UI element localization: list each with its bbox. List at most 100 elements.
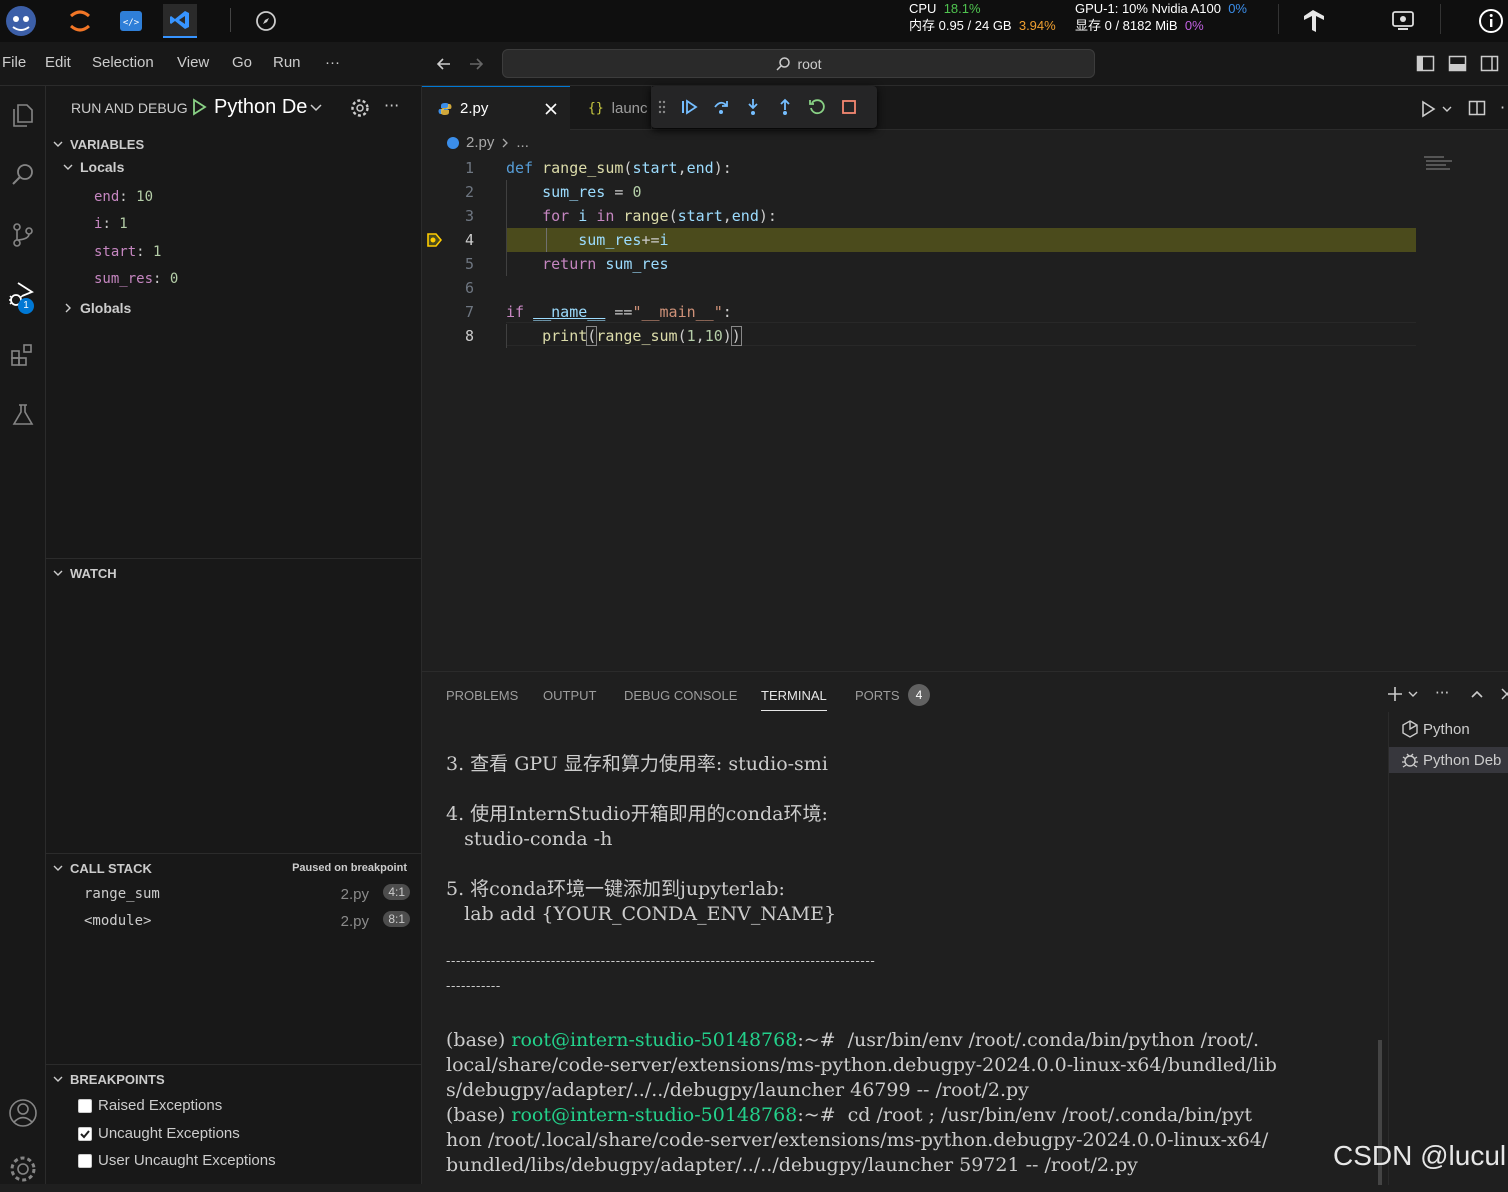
code-editor-icon[interactable]: </> bbox=[114, 4, 148, 38]
maximize-panel-icon[interactable] bbox=[1469, 686, 1485, 702]
menu-more[interactable]: ··· bbox=[325, 54, 340, 71]
command-center[interactable]: root bbox=[502, 49, 1095, 78]
step-over-icon[interactable] bbox=[705, 91, 737, 123]
terminal-line: studio-conda -h bbox=[446, 828, 613, 850]
launch-config-dropdown[interactable]: Python De bbox=[214, 92, 338, 122]
variable-value: 1 bbox=[119, 216, 128, 232]
menu-go[interactable]: Go bbox=[232, 54, 252, 71]
minimap[interactable] bbox=[1422, 156, 1462, 176]
variables-section-header[interactable]: VARIABLES bbox=[46, 132, 422, 156]
breakpoint-uncaught-exceptions[interactable]: Uncaught Exceptions bbox=[78, 1125, 240, 1142]
callstack-section-header[interactable]: CALL STACK Paused on breakpoint bbox=[46, 856, 422, 880]
menu-edit[interactable]: Edit bbox=[45, 54, 71, 71]
continue-icon[interactable] bbox=[673, 91, 705, 123]
breakpoint-label: Raised Exceptions bbox=[98, 1097, 223, 1114]
new-terminal-icon[interactable] bbox=[1386, 685, 1418, 703]
forward-arrow-icon[interactable] bbox=[466, 54, 486, 74]
tab-2py[interactable]: 2.py bbox=[422, 86, 570, 130]
accounts-icon[interactable] bbox=[0, 1090, 46, 1136]
variable-row[interactable]: start: 1 bbox=[94, 244, 161, 260]
tab-launch-json[interactable]: {} launc bbox=[570, 86, 652, 130]
intern-logo-icon[interactable] bbox=[4, 4, 38, 38]
run-python-file-icon[interactable] bbox=[1420, 100, 1452, 118]
search-icon[interactable] bbox=[0, 152, 46, 198]
breakpoint-user-uncaught-exceptions[interactable]: User Uncaught Exceptions bbox=[78, 1152, 276, 1169]
more-actions-icon[interactable]: · bbox=[1500, 98, 1505, 117]
indent-guide bbox=[506, 324, 507, 348]
resource-monitor: CPU 18.1% 内存 0.95 / 24 GB 3.94% GPU-1: 1… bbox=[900, 0, 1280, 38]
terminal-item-python-debug[interactable]: Python Deb bbox=[1389, 747, 1508, 773]
checkbox-unchecked[interactable] bbox=[78, 1098, 92, 1113]
menu-file[interactable]: File bbox=[2, 54, 26, 71]
close-icon[interactable] bbox=[544, 102, 558, 116]
testing-icon[interactable] bbox=[0, 392, 46, 438]
close-panel-icon[interactable] bbox=[1500, 687, 1508, 701]
debug-settings-gear-icon[interactable] bbox=[350, 98, 370, 118]
line-number: 3 bbox=[464, 207, 474, 225]
checkbox-checked[interactable] bbox=[78, 1126, 92, 1141]
restart-icon[interactable] bbox=[801, 91, 833, 123]
extensions-icon[interactable] bbox=[0, 332, 46, 378]
launch-config-label: Python De bbox=[214, 95, 308, 118]
stack-frame[interactable]: <module> 2.py 8:1 bbox=[84, 911, 414, 930]
terminal-item-python[interactable]: Python bbox=[1401, 720, 1470, 738]
step-out-icon[interactable] bbox=[769, 91, 801, 123]
variable-name: start bbox=[94, 244, 137, 260]
back-arrow-icon[interactable] bbox=[434, 54, 454, 74]
breakpoint-raised-exceptions[interactable]: Raised Exceptions bbox=[78, 1097, 222, 1114]
tab-output[interactable]: OUTPUT bbox=[543, 688, 596, 703]
settings-gear-icon[interactable] bbox=[0, 1146, 46, 1192]
stack-frame[interactable]: range_sum 2.py 4:1 bbox=[84, 884, 414, 903]
tab-ports[interactable]: PORTS bbox=[855, 688, 900, 703]
step-into-icon[interactable] bbox=[737, 91, 769, 123]
jupyter-icon[interactable] bbox=[63, 4, 97, 38]
env-prefix: (base) bbox=[446, 1029, 512, 1051]
split-editor-icon[interactable] bbox=[1468, 99, 1486, 117]
more-actions-icon[interactable]: ··· bbox=[1435, 684, 1449, 702]
vscode-icon[interactable] bbox=[163, 4, 197, 38]
stop-icon[interactable] bbox=[833, 91, 865, 123]
mem-label: 内存 0.95 / 24 GB bbox=[909, 18, 1012, 33]
watch-section-header[interactable]: WATCH bbox=[46, 561, 422, 585]
breakpoints-section-header[interactable]: BREAKPOINTS bbox=[46, 1067, 422, 1091]
search-icon bbox=[775, 56, 791, 72]
svg-text:</>: </> bbox=[123, 18, 140, 28]
terminal-line: 3. 查看 GPU 显存和算力使用率: studio-smi bbox=[446, 753, 828, 775]
start-debugging-icon[interactable] bbox=[191, 98, 207, 116]
variable-row[interactable]: i: 1 bbox=[94, 216, 128, 232]
json-file-icon: {} bbox=[588, 100, 604, 116]
toggle-panel-icon[interactable] bbox=[1448, 54, 1467, 73]
frame-file: 2.py bbox=[340, 886, 369, 903]
locals-scope[interactable]: Locals bbox=[62, 159, 124, 175]
chevron-down-icon bbox=[46, 862, 70, 874]
menu-selection[interactable]: Selection bbox=[92, 54, 154, 71]
sidebar-title: RUN AND DEBUG bbox=[71, 100, 188, 116]
tab-terminal[interactable]: TERMINAL bbox=[761, 688, 827, 711]
toggle-secondary-sidebar-icon[interactable] bbox=[1480, 54, 1499, 73]
tensorflow-icon[interactable] bbox=[1296, 4, 1330, 38]
menu-view[interactable]: View bbox=[177, 54, 209, 71]
terminal-output[interactable]: 3. 查看 GPU 显存和算力使用率: studio-smi 4. 使用Inte… bbox=[422, 712, 1382, 1185]
terminal-line: 5. 将conda环境一键添加到jupyterlab: bbox=[446, 878, 785, 900]
variable-row[interactable]: sum_res: 0 bbox=[94, 271, 178, 287]
drag-handle-icon[interactable] bbox=[651, 91, 673, 123]
toggle-sidebar-icon[interactable] bbox=[1416, 54, 1435, 73]
explorer-icon[interactable] bbox=[0, 92, 46, 138]
tab-problems[interactable]: PROBLEMS bbox=[446, 688, 518, 703]
watch-title: WATCH bbox=[70, 565, 117, 581]
variable-row[interactable]: end: 10 bbox=[94, 189, 153, 205]
info-icon[interactable] bbox=[1474, 4, 1508, 38]
remote-desktop-icon[interactable] bbox=[1386, 4, 1420, 38]
frame-file: 2.py bbox=[340, 913, 369, 930]
tab-debug-console[interactable]: DEBUG CONSOLE bbox=[624, 688, 737, 703]
checkbox-unchecked[interactable] bbox=[78, 1153, 92, 1168]
menu-run[interactable]: Run bbox=[273, 54, 301, 71]
breadcrumb-file[interactable]: 2.py bbox=[466, 134, 494, 151]
run-debug-icon[interactable]: 1 bbox=[0, 272, 46, 318]
breadcrumb-symbol[interactable]: ... bbox=[516, 134, 529, 151]
compass-icon[interactable] bbox=[249, 4, 283, 38]
source-control-icon[interactable] bbox=[0, 212, 46, 258]
globals-scope[interactable]: Globals bbox=[62, 300, 131, 316]
more-actions-icon[interactable]: ··· bbox=[384, 96, 399, 115]
system-taskbar: </> CPU 18.1% 内存 0.95 / 24 GB 3.94% GPU-… bbox=[0, 0, 1508, 42]
